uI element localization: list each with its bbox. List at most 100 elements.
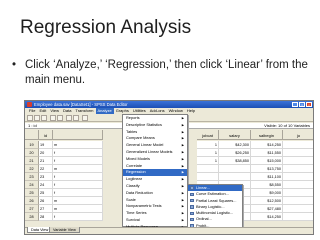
menu-item-scale[interactable]: Scale ▶ [123, 197, 187, 204]
table-cell[interactable] [283, 189, 313, 197]
menu-item-reports[interactable]: Reports ▶ [123, 115, 187, 122]
table-cell[interactable] [197, 165, 219, 173]
menu-item-nonparametric-tests[interactable]: Nonparametric Tests ▶ [123, 203, 187, 210]
bullet-marker: • [12, 59, 17, 71]
open-icon[interactable] [27, 115, 33, 121]
submenu-arrow-icon: ▶ [181, 163, 184, 168]
table-cell[interactable]: $27,480 [251, 205, 283, 213]
menu-item-regression[interactable]: Regression ▶ [123, 169, 187, 177]
row-number[interactable]: 23 [25, 173, 39, 181]
table-cell[interactable]: f [53, 189, 103, 197]
table-cell[interactable] [283, 157, 313, 165]
table-cell[interactable]: m [53, 205, 103, 213]
undo-icon[interactable] [50, 115, 56, 121]
regression-icon [190, 186, 194, 190]
table-cell[interactable] [283, 213, 313, 221]
menu-item-label: Mixed Models [126, 155, 151, 161]
menu-item-loglinear[interactable]: Loglinear ▶ [123, 176, 187, 183]
table-cell[interactable] [219, 173, 251, 181]
table-cell[interactable]: f [53, 213, 103, 221]
menu-item-tables[interactable]: Tables ▶ [123, 129, 187, 136]
variables-icon[interactable] [73, 115, 79, 121]
table-cell[interactable]: 26 [39, 197, 53, 205]
table-cell[interactable]: $42,300 [219, 141, 251, 149]
menu-item-time-series[interactable]: Time Series ▶ [123, 210, 187, 217]
tab-variable-view[interactable]: Variable View [49, 227, 80, 233]
menu-item-data-reduction[interactable]: Data Reduction ▶ [123, 190, 187, 197]
table-cell[interactable]: 28 [39, 213, 53, 221]
table-cell[interactable]: m [53, 165, 103, 173]
table-cell[interactable] [283, 205, 313, 213]
close-icon[interactable]: × [306, 102, 312, 107]
row-number[interactable]: 21 [25, 157, 39, 165]
table-cell[interactable] [283, 197, 313, 205]
regression-icon [190, 192, 194, 197]
menu-item-descriptive-statistics[interactable]: Descriptive Statistics ▶ [123, 122, 187, 129]
table-cell[interactable]: $9,000 [251, 189, 283, 197]
table-cell[interactable]: 27 [39, 205, 53, 213]
menu-item-compare-means[interactable]: Compare Means ▶ [123, 135, 187, 142]
table-cell[interactable]: $12,500 [251, 197, 283, 205]
table-cell[interactable]: m [53, 141, 103, 149]
table-cell[interactable]: $8,550 [251, 181, 283, 189]
row-number[interactable]: 25 [25, 189, 39, 197]
instruction-text: Click ‘Analyze,’ ‘Regression,’ then clic… [25, 59, 308, 86]
table-cell[interactable]: 1 [197, 141, 219, 149]
menu-item-correlate[interactable]: Correlate ▶ [123, 163, 187, 170]
maximize-icon[interactable]: □ [299, 102, 305, 107]
table-cell[interactable]: $13,750 [251, 165, 283, 173]
row-number[interactable]: 24 [25, 181, 39, 189]
table-cell[interactable]: 20 [39, 149, 53, 157]
menu-item-mixed-models[interactable]: Mixed Models ▶ [123, 156, 187, 163]
row-number[interactable]: 27 [25, 205, 39, 213]
table-cell[interactable]: $11,100 [251, 173, 283, 181]
minimize-icon[interactable]: _ [292, 102, 298, 107]
table-cell[interactable]: 23 [39, 173, 53, 181]
table-cell[interactable]: 1 [197, 149, 219, 157]
menu-item-label: Binary Logistic... [196, 203, 225, 209]
table-cell[interactable]: $15,000 [251, 157, 283, 165]
table-cell[interactable] [283, 173, 313, 181]
table-cell[interactable]: $38,850 [219, 157, 251, 165]
table-cell[interactable]: f [53, 181, 103, 189]
table-cell[interactable]: 19 [39, 141, 53, 149]
table-cell[interactable]: $26,250 [219, 149, 251, 157]
row-number[interactable]: 26 [25, 197, 39, 205]
table-cell[interactable]: $11,550 [251, 149, 283, 157]
submenu-arrow-icon: ▶ [181, 170, 184, 175]
table-cell[interactable]: f [53, 149, 103, 157]
table-cell[interactable] [283, 165, 313, 173]
row-number[interactable]: 28 [25, 213, 39, 221]
table-cell[interactable]: f [53, 173, 103, 181]
row-number[interactable]: 19 [25, 141, 39, 149]
table-cell[interactable] [197, 173, 219, 181]
table-cell[interactable]: 25 [39, 189, 53, 197]
table-cell[interactable]: m [53, 197, 103, 205]
table-cell[interactable]: 22 [39, 165, 53, 173]
row-number[interactable]: 20 [25, 149, 39, 157]
menu-item-classify[interactable]: Classify ▶ [123, 183, 187, 190]
redo-icon[interactable] [57, 115, 63, 121]
goto-case-icon[interactable] [66, 115, 72, 121]
table-cell[interactable]: $14,250 [251, 213, 283, 221]
table-cell[interactable]: 21 [39, 157, 53, 165]
save-icon[interactable] [34, 115, 40, 121]
menu-item-label: Ordinal... [196, 216, 212, 222]
menu-item-generalized-linear-models[interactable]: Generalized Linear Models ▶ [123, 149, 187, 156]
table-cell[interactable]: f [53, 157, 103, 165]
table-cell[interactable] [219, 165, 251, 173]
table-cell[interactable]: $14,250 [251, 141, 283, 149]
menu-item-general-linear-model[interactable]: General Linear Model ▶ [123, 142, 187, 149]
table-cell[interactable]: 24 [39, 181, 53, 189]
menu-item-label: Classify [126, 182, 140, 188]
find-icon[interactable] [82, 115, 88, 121]
table-cell[interactable]: 1 [197, 157, 219, 165]
table-cell[interactable] [283, 149, 313, 157]
row-number[interactable]: 22 [25, 165, 39, 173]
table-cell[interactable] [283, 181, 313, 189]
print-icon[interactable] [41, 115, 47, 121]
table-cell[interactable] [283, 141, 313, 149]
menu-item-survival[interactable]: Survival ▶ [123, 217, 187, 224]
submenu-arrow-icon: ▶ [181, 190, 184, 195]
menu-item-label: Regression [126, 169, 146, 175]
